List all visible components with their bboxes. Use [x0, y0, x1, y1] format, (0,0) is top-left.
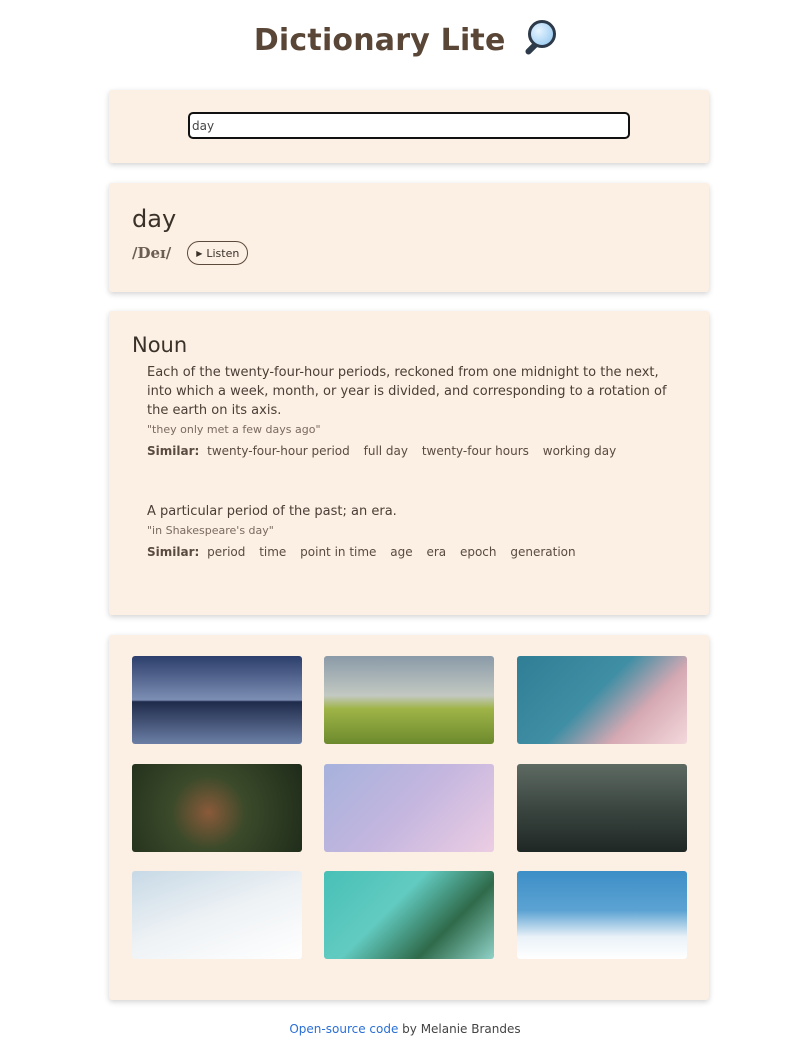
magnifier-icon: [522, 20, 557, 56]
white-clouds-image[interactable]: [132, 871, 302, 959]
definition-example: "in Shakespeare's day": [147, 524, 274, 537]
synonym[interactable]: twenty-four hours: [422, 444, 529, 458]
rainy-window-image[interactable]: [517, 764, 687, 852]
meaning-card: Noun Each of the twenty-four-hour period…: [109, 311, 709, 615]
synonym[interactable]: time: [259, 545, 286, 559]
source-code-link[interactable]: Open-source code: [289, 1022, 398, 1036]
images-card: [109, 635, 709, 1000]
tree-reflection-image[interactable]: [132, 656, 302, 744]
synonym[interactable]: epoch: [460, 545, 497, 559]
synonym[interactable]: age: [390, 545, 412, 559]
footer: Open-source code by Melanie Brandes: [0, 1022, 810, 1036]
blue-sky-clouds-image[interactable]: [517, 871, 687, 959]
definition-text: Each of the twenty-four-hour periods, re…: [147, 365, 667, 418]
part-of-speech: Noun: [132, 333, 188, 357]
definition-text: A particular period of the past; an era.: [147, 504, 397, 519]
similar-label: Similar:: [147, 444, 200, 458]
synonym[interactable]: era: [426, 545, 446, 559]
listen-button[interactable]: ▶ Listen: [187, 241, 249, 265]
definition-1: Each of the twenty-four-hour periods, re…: [147, 363, 686, 458]
phonetic-text: /Deɪ/: [132, 244, 172, 262]
definition-2: A particular period of the past; an era.…: [147, 502, 686, 559]
pink-sky-image[interactable]: [324, 764, 494, 852]
rainbow-field-image[interactable]: [324, 656, 494, 744]
search-input[interactable]: [188, 112, 630, 139]
clouds-teal-image[interactable]: [517, 656, 687, 744]
synonym[interactable]: working day: [543, 444, 616, 458]
word-card: day /Deɪ/ ▶ Listen: [109, 183, 709, 292]
word-heading: day: [132, 205, 177, 233]
similar-label: Similar:: [147, 545, 200, 559]
child-leaves-image[interactable]: [132, 764, 302, 852]
phonetic-row: /Deɪ/ ▶ Listen: [132, 241, 686, 265]
similar-row: Similar: twenty-four-hour period full da…: [147, 444, 686, 458]
synonym[interactable]: generation: [510, 545, 575, 559]
play-icon: ▶: [196, 248, 203, 258]
listen-label: Listen: [206, 246, 240, 260]
synonym[interactable]: period: [207, 545, 245, 559]
author-credit: by Melanie Brandes: [398, 1022, 521, 1036]
palm-leaves-image[interactable]: [324, 871, 494, 959]
app-title: Dictionary Lite: [0, 0, 810, 70]
definition-example: "they only met a few days ago": [147, 423, 321, 436]
synonym[interactable]: full day: [364, 444, 408, 458]
app-title-text: Dictionary Lite: [253, 23, 506, 58]
synonym[interactable]: twenty-four-hour period: [207, 444, 350, 458]
search-card: [109, 90, 709, 163]
synonym[interactable]: point in time: [300, 545, 376, 559]
similar-row: Similar: period time point in time age e…: [147, 545, 686, 559]
